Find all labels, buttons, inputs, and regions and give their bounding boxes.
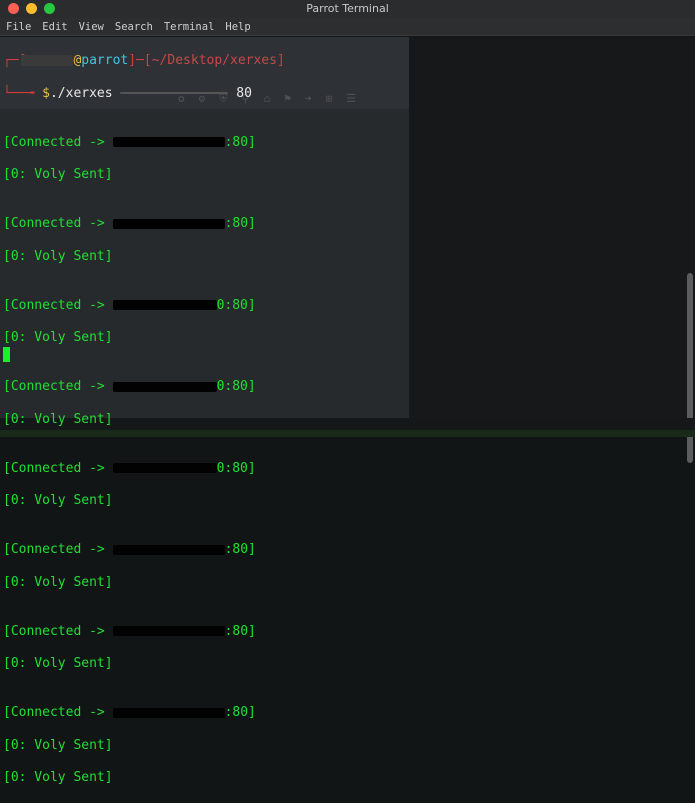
terminal-output: ┌─[ @parrot]─[~/Desktop/xerxes] └──╼ $./… [3, 37, 285, 803]
ghost-arrow-icon: ➜ [304, 92, 312, 105]
prompt-line-1: ┌─[ @parrot]─[~/Desktop/xerxes] [3, 53, 285, 69]
title-bar: Parrot Terminal [0, 0, 695, 19]
ghost-grid-icon: ⊞ [325, 92, 333, 105]
prompt-path: ~/Desktop/xerxes [151, 53, 277, 69]
output-line: [0: Voly Sent] [3, 770, 113, 786]
output-line: [0: Voly Sent] [3, 737, 113, 753]
background-desktop [409, 37, 695, 463]
output-line: [0: Voly Sent] [3, 656, 113, 672]
menu-search[interactable]: Search [115, 21, 153, 33]
output-line: [0: Voly Sent] [3, 574, 113, 590]
redacted-ip [112, 626, 225, 637]
menu-bar: File Edit View Search Terminal Help [0, 18, 695, 36]
prompt-line-2: └──╼ $./xerxes 80 [3, 85, 252, 101]
redacted-ip [112, 707, 225, 718]
prompt-host: parrot [81, 53, 129, 69]
output-line: [0: Voly Sent] [3, 493, 113, 509]
output-line: [0: Voly Sent] [3, 248, 113, 264]
window-title: Parrot Terminal [306, 2, 389, 15]
menu-edit[interactable]: Edit [42, 21, 67, 33]
output-line: [0: Voly Sent] [3, 167, 113, 183]
ghost-bookmark-icon: ⚑ [284, 92, 291, 105]
redacted-username [21, 55, 74, 67]
menu-file[interactable]: File [6, 21, 31, 33]
redacted-ip [112, 381, 217, 392]
output-line: [Connected -> :80] [3, 216, 256, 232]
redacted-ip [112, 463, 217, 474]
output-line: [Connected -> 0:80] [3, 379, 256, 395]
command-text: ./xerxes [49, 85, 113, 101]
output-line: [Connected -> :80] [3, 623, 256, 639]
redacted-target [120, 92, 229, 95]
menu-view[interactable]: View [79, 21, 104, 33]
menu-terminal[interactable]: Terminal [164, 21, 215, 33]
ghost-menu-icon: ☰ [346, 92, 356, 105]
output-line: [Connected -> 0:80] [3, 297, 256, 313]
menu-help[interactable]: Help [225, 21, 250, 33]
output-line: [0: Voly Sent] [3, 411, 113, 427]
terminal-cursor [3, 347, 10, 362]
output-line: [Connected -> :80] [3, 134, 256, 150]
output-line: [0: Voly Sent] [3, 330, 113, 346]
output-line: [Connected -> :80] [3, 705, 256, 721]
redacted-ip [112, 137, 225, 148]
redacted-ip [112, 300, 217, 311]
output-line: [Connected -> 0:80] [3, 460, 256, 476]
output-line: [Connected -> :80] [3, 542, 256, 558]
redacted-ip [112, 544, 225, 555]
redacted-ip [112, 218, 225, 229]
